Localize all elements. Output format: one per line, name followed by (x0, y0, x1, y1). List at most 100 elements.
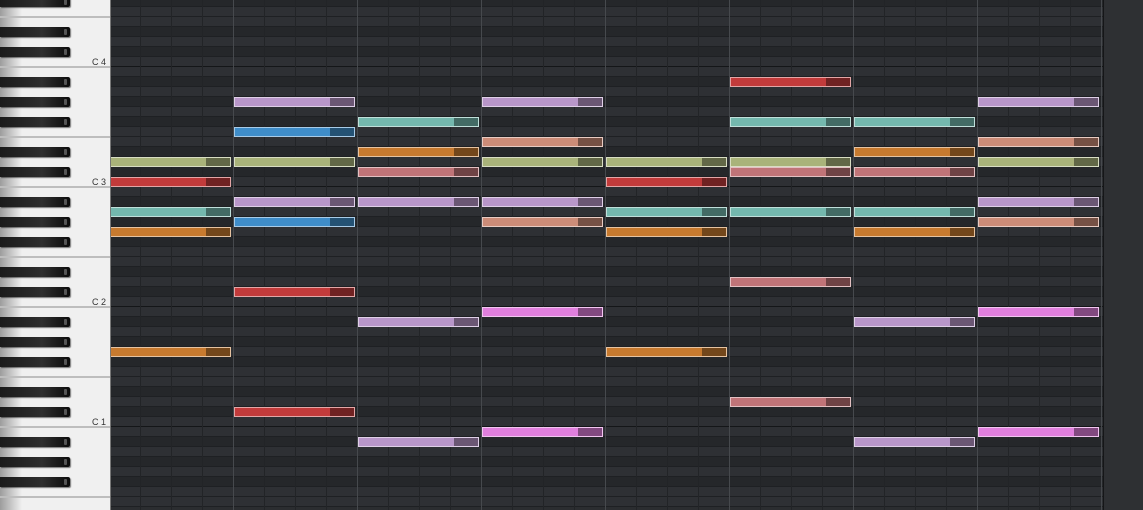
note-resize-handle[interactable] (950, 318, 974, 326)
midi-note[interactable] (482, 97, 603, 107)
note-resize-handle[interactable] (1074, 98, 1098, 106)
note-resize-handle[interactable] (330, 198, 354, 206)
note-resize-handle[interactable] (702, 348, 726, 356)
note-resize-handle[interactable] (1074, 198, 1098, 206)
note-resize-handle[interactable] (702, 178, 726, 186)
note-resize-handle[interactable] (950, 208, 974, 216)
midi-note[interactable] (730, 277, 851, 287)
black-key[interactable] (0, 437, 70, 447)
black-key[interactable] (0, 47, 70, 57)
black-key[interactable] (0, 197, 70, 207)
midi-note[interactable] (111, 177, 231, 187)
midi-note[interactable] (978, 307, 1099, 317)
note-resize-handle[interactable] (454, 118, 478, 126)
midi-note[interactable] (854, 207, 975, 217)
black-key[interactable] (0, 147, 70, 157)
midi-note[interactable] (234, 217, 355, 227)
midi-note[interactable] (730, 207, 851, 217)
midi-note[interactable] (234, 157, 355, 167)
midi-note[interactable] (358, 117, 479, 127)
note-resize-handle[interactable] (206, 348, 230, 356)
note-resize-handle[interactable] (950, 438, 974, 446)
black-key[interactable] (0, 77, 70, 87)
midi-note[interactable] (234, 127, 355, 137)
note-resize-handle[interactable] (454, 198, 478, 206)
note-resize-handle[interactable] (206, 228, 230, 236)
note-resize-handle[interactable] (330, 408, 354, 416)
black-key[interactable] (0, 317, 70, 327)
note-resize-handle[interactable] (826, 208, 850, 216)
midi-note[interactable] (482, 307, 603, 317)
black-key[interactable] (0, 167, 70, 177)
note-resize-handle[interactable] (826, 118, 850, 126)
note-resize-handle[interactable] (826, 158, 850, 166)
note-resize-handle[interactable] (454, 318, 478, 326)
midi-note[interactable] (606, 157, 727, 167)
black-key[interactable] (0, 357, 70, 367)
black-key[interactable] (0, 0, 70, 7)
note-resize-handle[interactable] (330, 98, 354, 106)
midi-note[interactable] (482, 137, 603, 147)
note-resize-handle[interactable] (578, 428, 602, 436)
midi-note[interactable] (606, 207, 727, 217)
midi-note[interactable] (234, 407, 355, 417)
black-key[interactable] (0, 27, 70, 37)
midi-note[interactable] (978, 137, 1099, 147)
black-key[interactable] (0, 407, 70, 417)
midi-note[interactable] (482, 197, 603, 207)
midi-note[interactable] (854, 117, 975, 127)
black-key[interactable] (0, 97, 70, 107)
midi-note[interactable] (730, 77, 851, 87)
midi-note[interactable] (854, 167, 975, 177)
midi-note[interactable] (111, 207, 231, 217)
midi-note[interactable] (358, 147, 479, 157)
note-resize-handle[interactable] (1074, 308, 1098, 316)
midi-note[interactable] (978, 197, 1099, 207)
note-resize-handle[interactable] (454, 438, 478, 446)
note-resize-handle[interactable] (1074, 218, 1098, 226)
note-resize-handle[interactable] (1074, 428, 1098, 436)
midi-note[interactable] (358, 197, 479, 207)
note-resize-handle[interactable] (578, 138, 602, 146)
note-resize-handle[interactable] (950, 228, 974, 236)
black-key[interactable] (0, 477, 70, 487)
piano-keyboard[interactable]: C 4 C 3 C 2 C 1 (0, 0, 111, 510)
midi-note[interactable] (854, 227, 975, 237)
midi-note[interactable] (111, 227, 231, 237)
note-resize-handle[interactable] (702, 208, 726, 216)
note-resize-handle[interactable] (1074, 138, 1098, 146)
midi-note[interactable] (482, 217, 603, 227)
note-resize-handle[interactable] (330, 158, 354, 166)
midi-note[interactable] (234, 97, 355, 107)
midi-note[interactable] (978, 217, 1099, 227)
midi-note[interactable] (358, 437, 479, 447)
note-resize-handle[interactable] (578, 308, 602, 316)
black-key[interactable] (0, 117, 70, 127)
note-resize-handle[interactable] (950, 118, 974, 126)
note-resize-handle[interactable] (578, 158, 602, 166)
midi-note[interactable] (978, 427, 1099, 437)
note-resize-handle[interactable] (206, 208, 230, 216)
black-key[interactable] (0, 237, 70, 247)
note-resize-handle[interactable] (826, 278, 850, 286)
note-resize-handle[interactable] (206, 178, 230, 186)
midi-note[interactable] (730, 397, 851, 407)
note-resize-handle[interactable] (578, 198, 602, 206)
black-key[interactable] (0, 387, 70, 397)
note-resize-handle[interactable] (330, 218, 354, 226)
black-key[interactable] (0, 287, 70, 297)
note-resize-handle[interactable] (702, 158, 726, 166)
note-resize-handle[interactable] (950, 148, 974, 156)
midi-note[interactable] (482, 427, 603, 437)
midi-note[interactable] (606, 347, 727, 357)
note-resize-handle[interactable] (330, 128, 354, 136)
midi-note[interactable] (358, 317, 479, 327)
black-key[interactable] (0, 337, 70, 347)
midi-note[interactable] (482, 157, 603, 167)
midi-note[interactable] (730, 167, 851, 177)
vertical-scrollbar[interactable] (1103, 0, 1143, 510)
midi-note[interactable] (730, 117, 851, 127)
note-resize-handle[interactable] (826, 168, 850, 176)
note-resize-handle[interactable] (578, 98, 602, 106)
midi-note[interactable] (606, 227, 727, 237)
